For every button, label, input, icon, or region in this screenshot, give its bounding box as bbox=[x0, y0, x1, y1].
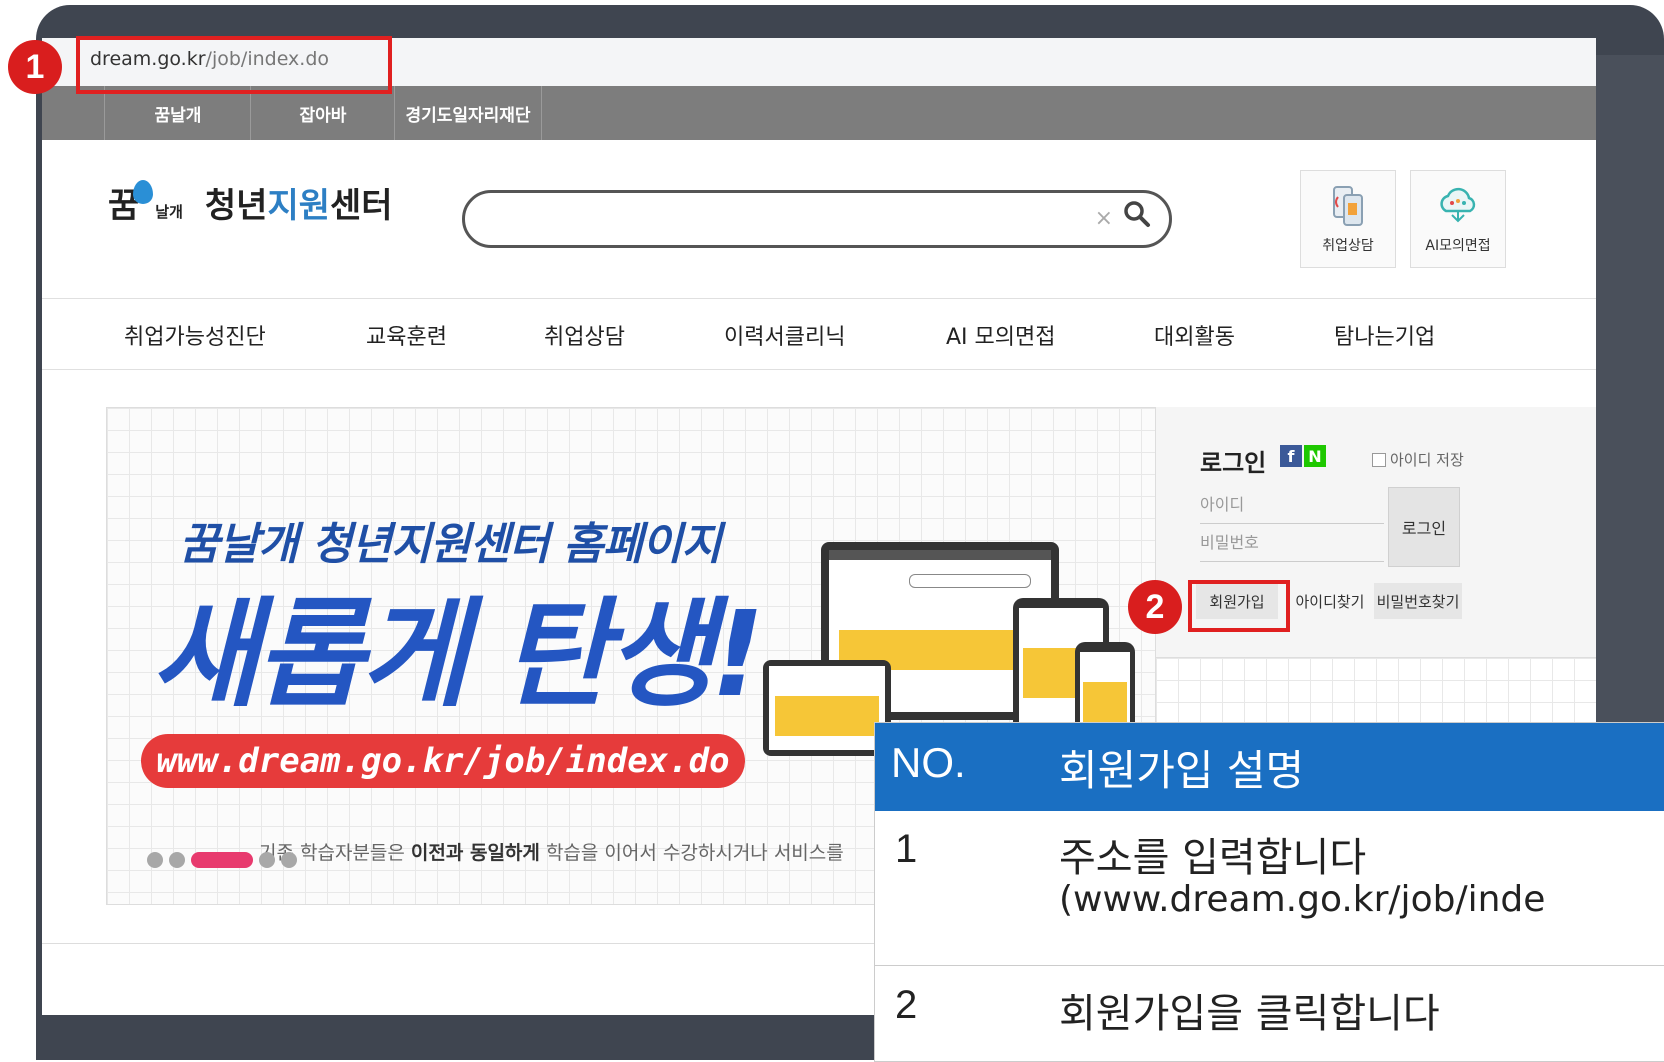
instruction-table-header: NO. 회원가입 설명 bbox=[875, 723, 1664, 811]
logo-title: 청년지원센터 bbox=[205, 178, 393, 227]
checkbox-icon[interactable] bbox=[1372, 452, 1386, 467]
row-no: 1 bbox=[895, 827, 918, 871]
search-icon[interactable] bbox=[1123, 200, 1151, 228]
quick-link-counseling-label: 취업상담 bbox=[1322, 238, 1374, 254]
banner-url-pill: www.dream.go.kr/job/index.do bbox=[141, 734, 745, 788]
facebook-login-icon[interactable]: f bbox=[1280, 445, 1302, 467]
device-laptop bbox=[763, 660, 891, 756]
id-field[interactable]: 아이디 bbox=[1200, 487, 1384, 524]
phone-counseling-icon bbox=[1333, 186, 1363, 226]
join-highlight-box bbox=[1188, 580, 1290, 632]
quick-link-counseling[interactable]: 취업상담 bbox=[1300, 170, 1396, 268]
header-desc: 회원가입 설명 bbox=[1059, 746, 1305, 795]
quick-link-ai-interview[interactable]: AI모의면접 bbox=[1410, 170, 1506, 268]
instruction-table: NO. 회원가입 설명 1 주소를 입력합니다 (www.dream.go.kr… bbox=[874, 722, 1664, 1062]
banner-main-text: 새롭게 탄생! bbox=[151, 585, 765, 723]
login-title: 로그인 bbox=[1200, 449, 1267, 477]
menu-resume-clinic[interactable]: 이력서클리닉 bbox=[724, 319, 845, 351]
pagination-dot[interactable] bbox=[147, 852, 163, 868]
site-logo[interactable]: 꿈 날개 청년지원센터 bbox=[108, 178, 393, 227]
tab-gyeonggi-job-foundation[interactable]: 경기도일자리재단 bbox=[394, 86, 542, 140]
tab-kkumnalgae[interactable]: 꿈날개 bbox=[104, 86, 251, 140]
save-id-checkbox[interactable]: 아이디 저장 bbox=[1372, 449, 1464, 470]
logo-title-part3: 센터 bbox=[330, 186, 393, 226]
clear-icon[interactable]: × bbox=[1095, 206, 1113, 231]
find-id-link[interactable]: 아이디찾기 bbox=[1290, 583, 1370, 619]
menu-job-counseling[interactable]: 취업상담 bbox=[544, 319, 625, 351]
password-field[interactable]: 비밀번호 bbox=[1200, 525, 1384, 562]
menu-ai-interview[interactable]: AI 모의면접 bbox=[946, 319, 1056, 351]
menu-education-training[interactable]: 교육훈련 bbox=[366, 319, 447, 351]
menu-employability-diagnosis[interactable]: 취업가능성진단 bbox=[124, 319, 266, 351]
menu-featured-companies[interactable]: 탐나는기업 bbox=[1334, 319, 1435, 351]
row-text-line1: 회원가입을 클릭합니다 bbox=[1059, 991, 1440, 1037]
row-text-line1: 주소를 입력합니다 bbox=[1059, 835, 1367, 881]
tab-jobaba[interactable]: 잡아바 bbox=[250, 86, 395, 140]
logo-title-part2: 지원 bbox=[267, 186, 331, 226]
banner-notice-text: 기존 학습자분들은 이전과 동일하게 학습을 이어서 수강하시거나 서비스를 bbox=[259, 838, 844, 865]
logo-drop-icon bbox=[133, 179, 154, 204]
row-text-line2: (www.dream.go.kr/job/inde bbox=[1059, 879, 1546, 920]
address-highlight-box bbox=[76, 36, 392, 94]
notice-suffix: 학습을 이어서 수강하시거나 서비스를 bbox=[539, 842, 844, 864]
login-button[interactable]: 로그인 bbox=[1388, 487, 1460, 567]
save-id-label: 아이디 저장 bbox=[1390, 451, 1464, 469]
naver-login-icon[interactable]: N bbox=[1304, 445, 1326, 467]
row-no: 2 bbox=[895, 983, 918, 1027]
site-family-nav: 꿈날개 잡아바 경기도일자리재단 bbox=[42, 86, 1596, 140]
menu-external-activities[interactable]: 대외활동 bbox=[1154, 319, 1235, 351]
pagination-dot[interactable] bbox=[169, 852, 185, 868]
pagination-dot-active[interactable] bbox=[191, 852, 253, 868]
notice-bold: 이전과 동일하게 bbox=[410, 842, 540, 864]
search-box[interactable]: × bbox=[462, 190, 1172, 248]
find-password-link[interactable]: 비밀번호찾기 bbox=[1374, 583, 1462, 619]
ai-cloud-icon bbox=[1440, 187, 1476, 223]
banner-pagination bbox=[147, 852, 297, 868]
quick-link-ai-interview-label: AI모의면접 bbox=[1425, 238, 1491, 254]
main-menu: 취업가능성진단 교육훈련 취업상담 이력서클리닉 AI 모의면접 대외활동 탐나… bbox=[42, 298, 1596, 370]
row-divider bbox=[875, 965, 1664, 966]
logo-sub: 날개 bbox=[155, 203, 183, 221]
step-2-badge: 2 bbox=[1128, 580, 1182, 634]
pagination-dot[interactable] bbox=[281, 852, 297, 868]
header-no: NO. bbox=[891, 739, 966, 786]
logo-title-part1: 청년 bbox=[204, 186, 268, 226]
step-1-badge: 1 bbox=[8, 40, 62, 94]
pagination-dot[interactable] bbox=[259, 852, 275, 868]
